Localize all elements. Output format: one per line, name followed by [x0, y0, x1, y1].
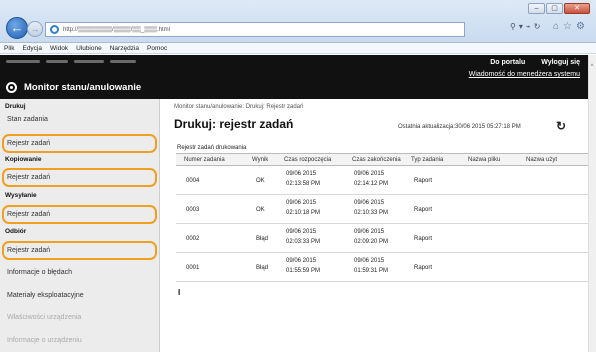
cell-job-type: Raport: [414, 236, 433, 242]
sidebar-item-consumables[interactable]: Materiały eksploatacyjne: [7, 292, 84, 299]
text-cursor-icon: I: [178, 288, 181, 297]
sidebar-item-print-job-status[interactable]: Stan zadania: [7, 116, 48, 123]
ie-logo-icon: [50, 25, 59, 34]
cell-start-time: 02:10:18 PM: [286, 210, 321, 216]
close-button[interactable]: ✕: [564, 3, 590, 14]
home-icon[interactable]: ⌂: [553, 21, 559, 32]
cell-job-type: Raport: [414, 207, 433, 213]
cell-start-date: 09/06 2015: [286, 258, 317, 264]
page-title: Drukuj: rejestr zadań: [174, 117, 294, 131]
portal-link[interactable]: Do portalu: [490, 59, 525, 66]
menu-help[interactable]: Pomoc: [147, 45, 167, 52]
lock-icon[interactable]: ⌁: [526, 22, 531, 31]
cell-start-time: 01:55:59 PM: [286, 268, 321, 274]
cell-result: OK: [256, 178, 265, 184]
cell-result: OK: [256, 207, 265, 213]
menu-favorites[interactable]: Ulubione: [76, 45, 102, 52]
logout-link[interactable]: Wyloguj się: [541, 59, 580, 66]
cell-start-time: 02:03:33 PM: [286, 239, 321, 245]
cell-job-type: Raport: [414, 265, 433, 271]
app-logo: Monitor stanu/anulowanie: [6, 82, 141, 93]
cell-end-date: 09/06 2015: [354, 258, 385, 264]
address-tools: ⚲ ▾ ⌁ ↻: [510, 22, 540, 31]
sidebar-item-error-info[interactable]: Informacje o błędach: [7, 269, 72, 276]
sidebar-item-device-features[interactable]: Właściwości urządzenia: [7, 314, 81, 321]
last-update-text: Ostatnia aktualizacja:30/06 2015 05:27:1…: [398, 124, 521, 130]
column-header-start-time: Czas rozpoczęcia: [284, 157, 332, 163]
refresh-page-icon[interactable]: ↻: [534, 22, 541, 31]
column-header-job-number: Numer zadania: [184, 157, 225, 163]
column-header-end-time: Czas zakończenia: [352, 157, 401, 163]
sidebar-item-device-info[interactable]: Informacje o urządzeniu: [7, 337, 82, 344]
cell-start-date: 09/06 2015: [286, 200, 317, 206]
menu-bar: Plik Edycja Widok Ulubione Narzędzia Pom…: [0, 43, 596, 54]
cell-end-time: 01:59:31 PM: [354, 268, 389, 274]
sidebar-section-send: Wysyłanie: [5, 192, 37, 199]
column-header-job-type: Typ zadania: [411, 157, 444, 163]
cell-end-date: 09/06 2015: [354, 200, 385, 206]
sidebar-item-print-log[interactable]: Rejestr zadań: [7, 140, 50, 147]
menu-tools[interactable]: Narzędzia: [110, 45, 139, 52]
redacted-device-info: [6, 60, 136, 63]
cell-result: Błąd: [256, 265, 269, 271]
gear-icon[interactable]: ⚙: [576, 21, 585, 32]
sidebar-section-receive: Odbiór: [5, 228, 27, 235]
sidebar-item-receive-log[interactable]: Rejestr zadań: [7, 247, 50, 254]
cell-job-type: Raport: [414, 178, 433, 184]
sidebar-section-print: Drukuj: [5, 103, 26, 110]
address-bar[interactable]: http://▒▒▒▒▒▒▒▒/▒▒▒▒/▒▒_▒▒▒.html: [45, 22, 465, 37]
refresh-icon[interactable]: ↻: [556, 119, 566, 133]
column-header-file-name: Nazwa pliku: [468, 157, 501, 163]
sidebar-item-send-log[interactable]: Rejestr zadań: [7, 211, 50, 218]
cell-end-time: 02:10:33 PM: [354, 210, 389, 216]
cell-end-time: 02:09:20 PM: [354, 239, 389, 245]
table-row: 0004 OK 09/06 2015 02:13:58 PM 09/06 201…: [176, 166, 588, 195]
back-arrow-icon[interactable]: ←: [6, 17, 28, 39]
column-header-result: Wynik: [252, 157, 269, 163]
browser-toolbar: – ▢ ✕ ← → http://▒▒▒▒▒▒▒▒/▒▒▒▒/▒▒_▒▒▒.ht…: [0, 0, 596, 43]
sidebar: Drukuj Stan zadania Rejestr zadań Kopiow…: [0, 99, 160, 352]
cell-end-date: 09/06 2015: [354, 229, 385, 235]
monitor-logo-icon: [6, 82, 17, 93]
menu-file[interactable]: Plik: [4, 45, 14, 52]
column-header-user-name: Nazwa użyt: [526, 157, 558, 163]
search-icon[interactable]: ⚲: [510, 22, 516, 31]
cell-job-number: 0003: [186, 207, 200, 213]
menu-edit[interactable]: Edycja: [22, 45, 42, 52]
maximize-button[interactable]: ▢: [546, 3, 563, 14]
favorites-star-icon[interactable]: ☆: [563, 21, 572, 32]
menu-view[interactable]: Widok: [50, 45, 68, 52]
window-controls: – ▢ ✕: [528, 3, 590, 14]
cell-result: Błąd: [256, 236, 269, 242]
address-url: http://▒▒▒▒▒▒▒▒/▒▒▒▒/▒▒_▒▒▒.html: [63, 26, 170, 33]
cell-job-number: 0004: [186, 178, 200, 184]
browser-tools: ⌂ ☆ ⚙: [553, 21, 585, 32]
sidebar-section-copy: Kopiowanie: [5, 156, 42, 163]
app-title: Monitor stanu/anulowanie: [24, 82, 142, 93]
cell-job-number: 0001: [186, 265, 200, 271]
cell-job-number: 0002: [186, 236, 200, 242]
table-row: 0001 Błąd 09/06 2015 01:55:59 PM 09/06 2…: [176, 253, 588, 282]
minimize-button[interactable]: –: [528, 3, 545, 14]
cell-end-date: 09/06 2015: [354, 171, 385, 177]
page-scrollbar[interactable]: [588, 55, 596, 352]
table-row: 0003 OK 09/06 2015 02:10:18 PM 09/06 201…: [176, 195, 588, 224]
table-header: Numer zadania Wynik Czas rozpoczęcia Cza…: [176, 153, 588, 166]
table-caption: Rejestr zadań drukowania: [177, 145, 247, 151]
header-links: Do portalu Wyloguj się: [490, 59, 580, 66]
dropdown-icon[interactable]: ▾: [519, 22, 523, 31]
cell-start-time: 02:13:58 PM: [286, 181, 321, 187]
sidebar-item-copy-log[interactable]: Rejestr zadań: [7, 174, 50, 181]
table-row: 0002 Błąd 09/06 2015 02:03:33 PM 09/06 2…: [176, 224, 588, 253]
cell-start-date: 09/06 2015: [286, 171, 317, 177]
page-header: Do portalu Wyloguj się Wiadomość do mene…: [0, 55, 588, 99]
forward-arrow-icon[interactable]: →: [27, 21, 43, 37]
admin-message-link[interactable]: Wiadomość do menedżera systemu: [469, 71, 580, 78]
cell-end-time: 02:14:12 PM: [354, 181, 389, 187]
cell-start-date: 09/06 2015: [286, 229, 317, 235]
scroll-up-icon[interactable]: ^: [588, 64, 596, 70]
breadcrumb: Monitor stanu/anulowanie: Drukuj: Rejest…: [174, 104, 304, 110]
